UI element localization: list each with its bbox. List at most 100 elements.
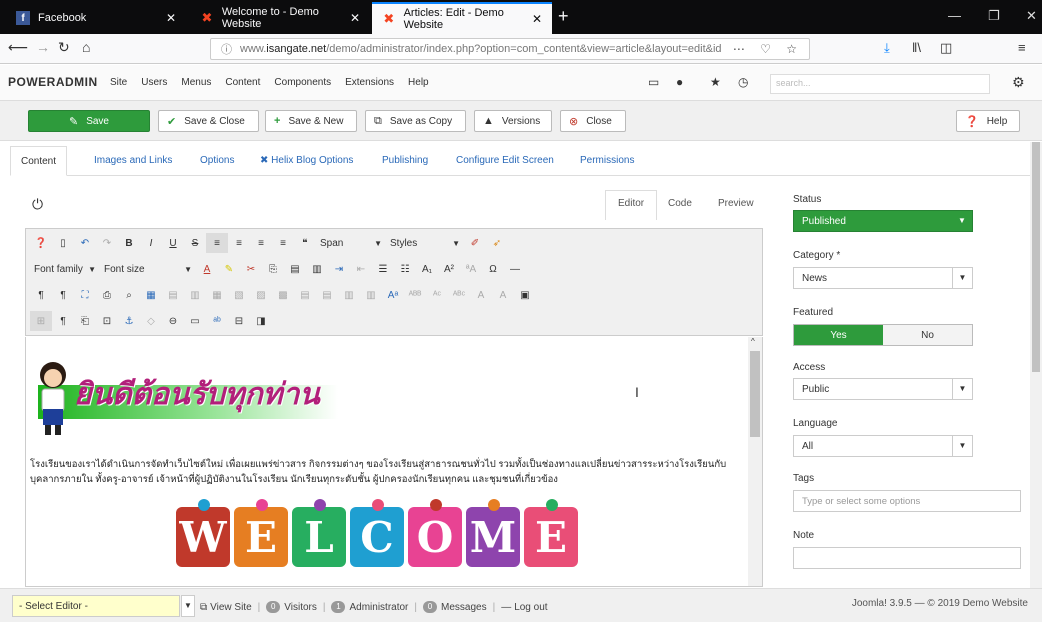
hamburger-menu-icon[interactable]: ≡ <box>1018 40 1026 55</box>
help-button[interactable]: ❓ Help <box>956 110 1020 132</box>
url-bar[interactable]: ⓘ www. isangate.net/demo/administrator/in… <box>210 38 810 60</box>
text-color-icon[interactable]: A <box>196 259 218 279</box>
editor-mode-code[interactable]: Code <box>668 198 692 209</box>
page-actions-icon[interactable]: ⋯ ♡ ☆ <box>733 42 803 56</box>
reload-icon[interactable]: ↻ <box>58 39 70 56</box>
insert-icon[interactable]: A <box>470 285 492 305</box>
row-before-icon[interactable]: ▤ <box>294 285 316 305</box>
image-icon[interactable]: ⊡ <box>96 311 118 331</box>
cite-icon[interactable]: ᴬᴮᶜ <box>448 285 470 305</box>
tab-helix-blog-options[interactable]: ✖ Helix Blog Options <box>250 146 363 176</box>
tags-input[interactable]: Type or select some options <box>793 490 1021 512</box>
menu-users[interactable]: Users <box>141 77 167 88</box>
menu-extensions[interactable]: Extensions <box>345 77 394 88</box>
table-row-icon[interactable]: ▤ <box>162 285 184 305</box>
save-button[interactable]: ✎ Save <box>28 110 150 132</box>
messages-link[interactable]: Messages <box>441 602 487 613</box>
note-input[interactable] <box>793 547 1021 569</box>
clean-icon[interactable]: ➶ <box>486 233 508 253</box>
power-icon[interactable]: ⏻ <box>32 196 43 213</box>
editor-content-area[interactable]: ยินดีต้อนรับทุกท่าน โรงเรียนของเราได้ดำเ… <box>25 337 763 587</box>
cut-icon[interactable]: ✂ <box>240 259 262 279</box>
editor-mode-editor[interactable]: Editor <box>618 198 644 209</box>
superscript-icon[interactable]: A² <box>438 259 460 279</box>
table-cell-icon[interactable]: ▦ <box>206 285 228 305</box>
highlight-icon[interactable]: ✎ <box>218 259 240 279</box>
col-after-icon[interactable]: ▥ <box>360 285 382 305</box>
header-search-input[interactable]: search... <box>770 74 990 94</box>
gear-icon[interactable]: ⚙ <box>1012 74 1025 91</box>
bold-icon[interactable]: B <box>118 233 140 253</box>
logout-link[interactable]: Log out <box>514 602 547 613</box>
page-scrollbar-thumb[interactable] <box>1032 142 1040 372</box>
fullscreen-icon[interactable]: ⛶ <box>74 285 96 305</box>
media-icon[interactable]: ◇ <box>140 311 162 331</box>
format-select[interactable]: Span ▼ <box>316 234 386 252</box>
template-insert-icon[interactable]: ⎗ <box>74 311 96 331</box>
font-family-select[interactable]: Font family ▼ <box>30 260 100 278</box>
view-site-link[interactable]: View Site <box>210 602 252 613</box>
tab-configure-edit-screen[interactable]: Configure Edit Screen <box>446 146 564 176</box>
forward-icon[interactable]: → <box>36 39 50 55</box>
editor-mode-preview[interactable]: Preview <box>718 198 754 209</box>
bullet-list-icon[interactable]: ☰ <box>372 259 394 279</box>
download-icon[interactable]: ⤓ <box>884 40 890 56</box>
align-center-icon[interactable]: ≡ <box>228 233 250 253</box>
save-close-button[interactable]: ✔ Save & Close <box>158 110 259 132</box>
align-left-icon[interactable]: ≡ <box>206 233 228 253</box>
maximize-icon[interactable]: ❐ <box>988 8 1000 24</box>
versions-button[interactable]: ▲ Versions <box>474 110 552 132</box>
undo-icon[interactable]: ↶ <box>74 233 96 253</box>
featured-no-button[interactable]: No <box>883 325 972 345</box>
visual-aid-icon[interactable]: ⊞ <box>30 311 52 331</box>
ltr-icon[interactable]: ¶ <box>30 285 52 305</box>
print-icon[interactable]: ⎙ <box>96 285 118 305</box>
help-icon[interactable]: ❓ <box>30 233 52 253</box>
category-select[interactable]: News ▼ <box>793 267 973 289</box>
styles-select[interactable]: Styles ▼ <box>386 234 464 252</box>
blockquote-icon[interactable]: ❝ <box>294 233 316 253</box>
tab-images-links[interactable]: Images and Links <box>84 146 182 176</box>
table-icon[interactable]: ▦ <box>140 285 162 305</box>
browser-tab-facebook[interactable]: f Facebook ✕ <box>6 3 186 33</box>
tab-content[interactable]: Content <box>10 146 68 176</box>
menu-help[interactable]: Help <box>408 77 429 88</box>
redo-icon[interactable]: ↷ <box>96 233 118 253</box>
underline-icon[interactable]: U <box>162 233 184 253</box>
row-after-icon[interactable]: ▤ <box>316 285 338 305</box>
rtl-icon[interactable]: ¶ <box>52 285 74 305</box>
table-delete-icon[interactable]: ▩ <box>272 285 294 305</box>
visitors-link[interactable]: Visitors <box>284 602 317 613</box>
editor-scrollbar-thumb[interactable] <box>750 351 760 437</box>
menu-site[interactable]: Site <box>110 77 127 88</box>
show-blocks-icon[interactable]: ¶ <box>52 311 74 331</box>
pagebreak-icon[interactable]: ◨ <box>250 311 272 331</box>
info-icon[interactable]: ⓘ <box>221 41 232 57</box>
paste-text-icon[interactable]: ▥ <box>306 259 328 279</box>
abbr-icon[interactable]: ᴬᴮᴮ <box>404 285 426 305</box>
copy-icon[interactable]: ⎘ <box>262 259 284 279</box>
status-select[interactable]: Published ▼ <box>793 210 973 232</box>
tab-permissions[interactable]: Permissions <box>570 146 644 176</box>
outdent-icon[interactable]: ⇤ <box>350 259 372 279</box>
spell-icon[interactable]: ᵃᵇ <box>206 311 228 331</box>
sidebar-icon[interactable]: ◫ <box>940 40 952 56</box>
special-char-icon[interactable]: ªA <box>460 259 482 279</box>
template-icon[interactable]: ▣ <box>514 285 536 305</box>
tab-publishing[interactable]: Publishing <box>372 146 438 176</box>
page-scrollbar[interactable] <box>1030 142 1042 588</box>
spellcheck-icon[interactable]: Aᵃ <box>382 285 404 305</box>
table-merge-icon[interactable]: ▨ <box>250 285 272 305</box>
indent-icon[interactable]: ⇥ <box>328 259 350 279</box>
close-button[interactable]: ⊗ Close <box>560 110 626 132</box>
brand-logo[interactable]: POWERADMIN <box>8 75 98 89</box>
editor-scrollbar[interactable]: ^ <box>748 337 762 586</box>
back-icon[interactable]: ⟵ <box>8 39 28 56</box>
access-select[interactable]: Public ▼ <box>793 378 973 400</box>
window-close-icon[interactable]: ✕ <box>1026 8 1037 24</box>
library-icon[interactable]: ‖\ <box>912 40 921 55</box>
align-right-icon[interactable]: ≡ <box>250 233 272 253</box>
browser-tab-articles-edit[interactable]: ✖ Articles: Edit - Demo Website ✕ <box>372 2 552 34</box>
close-icon[interactable]: ✕ <box>532 12 542 26</box>
omega-icon[interactable]: Ω <box>482 259 504 279</box>
